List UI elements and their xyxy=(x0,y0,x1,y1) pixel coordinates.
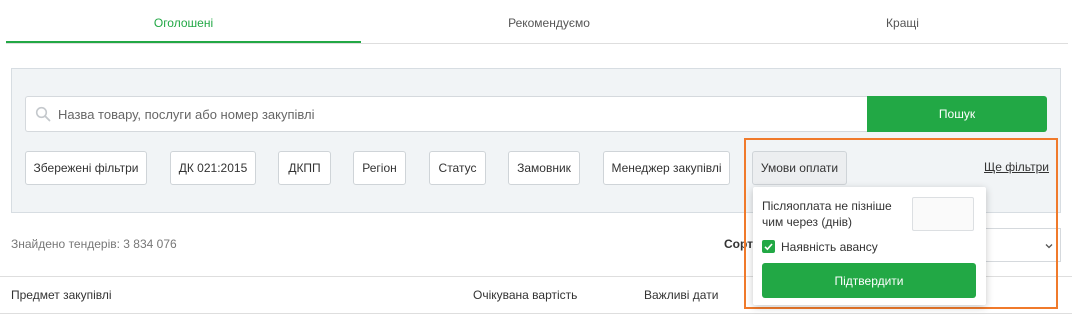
tab-bar: Оголошені Рекомендуємо Кращі xyxy=(6,0,1068,44)
postpay-label: Післяоплата не пізніше чим через (днів) xyxy=(762,199,892,229)
postpay-days-input[interactable] xyxy=(912,197,974,231)
tab-best[interactable]: Кращі xyxy=(737,0,1068,43)
checkmark-icon xyxy=(764,243,773,251)
filter-customer[interactable]: Замовник xyxy=(508,151,580,185)
tab-recommended[interactable]: Рекомендуємо xyxy=(361,0,737,43)
filter-procurement-manager[interactable]: Менеджер закупівлі xyxy=(603,151,730,185)
advance-checkbox[interactable] xyxy=(762,240,775,253)
filter-status[interactable]: Статус xyxy=(429,151,486,185)
tab-announced[interactable]: Оголошені xyxy=(6,0,361,43)
search-icon xyxy=(35,106,51,122)
confirm-button[interactable]: Підтвердити xyxy=(762,263,976,298)
found-count: Знайдено тендерів: 3 834 076 xyxy=(11,237,177,251)
column-expected-value: Очікувана вартість xyxy=(473,288,578,302)
search-input[interactable] xyxy=(58,97,858,131)
advance-label: Наявність авансу xyxy=(781,240,878,254)
filter-region[interactable]: Регіон xyxy=(353,151,406,185)
filter-dk021[interactable]: ДК 021:2015 xyxy=(170,151,256,185)
payment-terms-popover: Післяоплата не пізніше чим через (днів) … xyxy=(753,187,986,305)
filter-dkpp[interactable]: ДКПП xyxy=(278,151,331,185)
filter-saved[interactable]: Збережені фільтри xyxy=(25,151,147,185)
search-button[interactable]: Пошук xyxy=(867,96,1047,132)
column-important-dates: Важливі дати xyxy=(644,288,719,302)
search-box xyxy=(25,96,867,132)
column-subject: Предмет закупівлі xyxy=(11,288,112,302)
